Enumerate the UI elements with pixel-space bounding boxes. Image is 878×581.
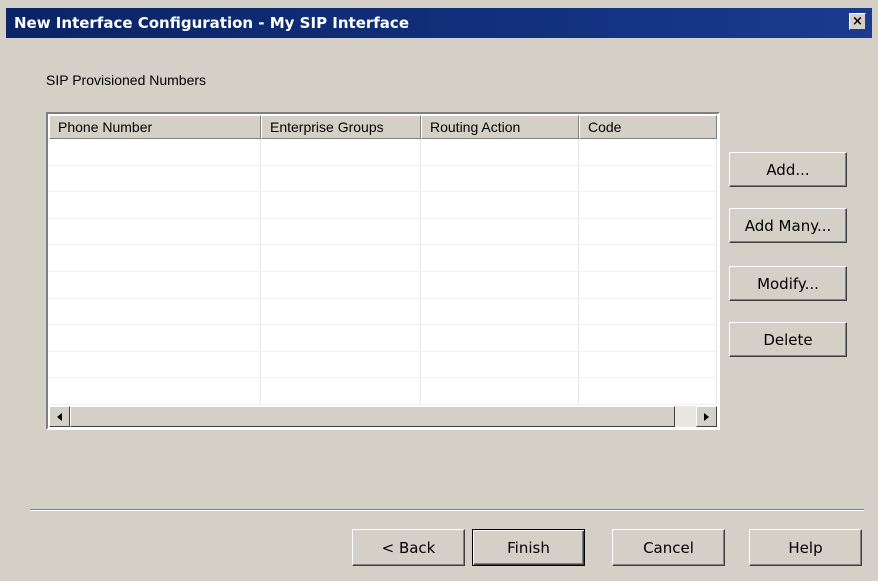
column-header-enterprise-groups[interactable]: Enterprise Groups bbox=[261, 115, 421, 139]
modify-button[interactable]: Modify... bbox=[729, 266, 847, 301]
table-cell bbox=[421, 192, 579, 218]
table-cell bbox=[421, 218, 579, 245]
column-header-phone-number[interactable]: Phone Number bbox=[49, 115, 261, 139]
table-row[interactable] bbox=[49, 192, 717, 219]
help-button[interactable]: Help bbox=[749, 529, 862, 566]
table-cell bbox=[579, 325, 717, 351]
table-cell bbox=[421, 139, 579, 165]
table-cell bbox=[579, 298, 717, 325]
table-cell bbox=[579, 192, 717, 218]
table-cell bbox=[579, 351, 717, 378]
title-bar[interactable]: New Interface Configuration - My SIP Int… bbox=[6, 8, 872, 38]
table-cell bbox=[261, 139, 421, 165]
table-cell bbox=[49, 378, 261, 404]
table-row[interactable] bbox=[49, 298, 717, 326]
table-cell bbox=[261, 218, 421, 245]
table-cell bbox=[49, 192, 261, 218]
table-cell bbox=[49, 139, 261, 165]
scroll-right-arrow-icon bbox=[704, 412, 709, 421]
table-cell bbox=[49, 271, 261, 298]
table-cell bbox=[49, 351, 261, 378]
table-cell bbox=[421, 165, 579, 192]
table-cell bbox=[421, 351, 579, 378]
scroll-left-arrow-icon bbox=[57, 412, 62, 421]
delete-button[interactable]: Delete bbox=[729, 322, 847, 357]
table-cell bbox=[261, 245, 421, 271]
table-cell bbox=[579, 245, 717, 271]
add-button[interactable]: Add... bbox=[729, 152, 847, 187]
table-cell bbox=[49, 325, 261, 351]
finish-button[interactable]: Finish bbox=[472, 529, 585, 566]
footer-separator bbox=[30, 509, 864, 511]
table-cell bbox=[579, 218, 717, 245]
table-cell bbox=[421, 378, 579, 404]
table-cell bbox=[579, 378, 717, 404]
table-row[interactable] bbox=[49, 245, 717, 272]
back-button[interactable]: < Back bbox=[352, 529, 465, 566]
table-cell bbox=[421, 298, 579, 325]
scroll-right-button[interactable] bbox=[696, 406, 717, 427]
table-cell bbox=[49, 218, 261, 245]
table-cell bbox=[261, 192, 421, 218]
table-cell bbox=[49, 245, 261, 271]
horizontal-scrollbar[interactable] bbox=[49, 406, 717, 427]
list-rows bbox=[49, 139, 717, 405]
table-cell bbox=[49, 165, 261, 192]
table-row[interactable] bbox=[49, 378, 717, 405]
table-cell bbox=[261, 165, 421, 192]
table-cell bbox=[49, 298, 261, 325]
dialog-window: New Interface Configuration - My SIP Int… bbox=[0, 0, 878, 581]
cancel-button[interactable]: Cancel bbox=[612, 529, 725, 566]
table-cell bbox=[579, 165, 717, 192]
table-row[interactable] bbox=[49, 351, 717, 379]
table-cell bbox=[261, 298, 421, 325]
scroll-left-button[interactable] bbox=[49, 406, 70, 427]
table-cell bbox=[261, 351, 421, 378]
table-cell bbox=[261, 325, 421, 351]
list-header: Phone Number Enterprise Groups Routing A… bbox=[49, 115, 717, 139]
table-cell bbox=[579, 139, 717, 165]
table-row[interactable] bbox=[49, 165, 717, 193]
column-header-routing-action[interactable]: Routing Action bbox=[421, 115, 579, 139]
close-icon: × bbox=[852, 14, 863, 29]
table-cell bbox=[421, 325, 579, 351]
provisioned-numbers-list[interactable]: Phone Number Enterprise Groups Routing A… bbox=[46, 112, 720, 430]
table-row[interactable] bbox=[49, 139, 717, 166]
close-button[interactable]: × bbox=[849, 13, 866, 30]
table-cell bbox=[261, 271, 421, 298]
table-row[interactable] bbox=[49, 218, 717, 246]
table-row[interactable] bbox=[49, 271, 717, 299]
window-title: New Interface Configuration - My SIP Int… bbox=[14, 14, 409, 32]
table-cell bbox=[421, 245, 579, 271]
column-header-code[interactable]: Code bbox=[579, 115, 717, 139]
table-row[interactable] bbox=[49, 325, 717, 352]
table-cell bbox=[261, 378, 421, 404]
table-cell bbox=[579, 271, 717, 298]
table-cell bbox=[421, 271, 579, 298]
scrollbar-thumb[interactable] bbox=[70, 406, 675, 427]
section-label: SIP Provisioned Numbers bbox=[46, 72, 207, 88]
add-many-button[interactable]: Add Many... bbox=[729, 208, 847, 243]
